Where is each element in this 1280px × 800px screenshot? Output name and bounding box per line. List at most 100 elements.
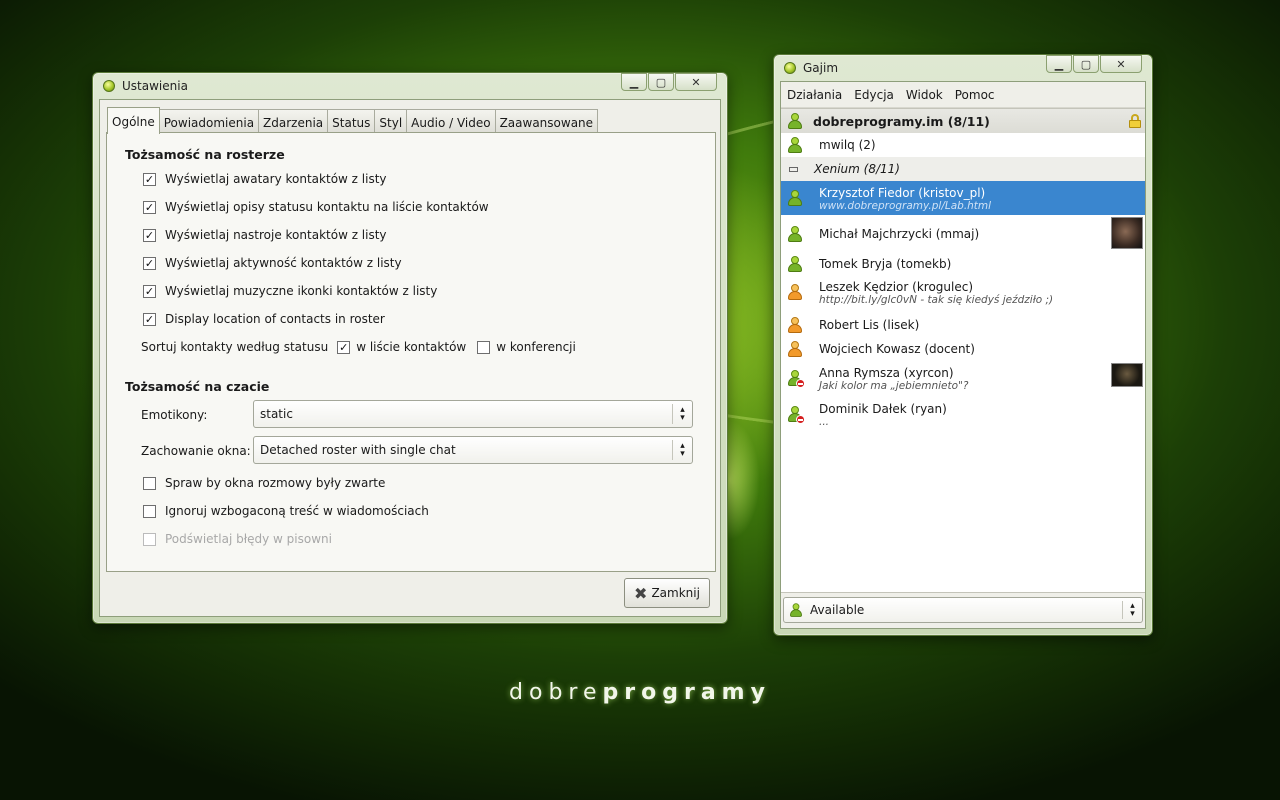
sort-by-status-label: Sortuj kontakty według statusu [141,340,329,354]
close-window-button[interactable]: ✕ [675,73,717,91]
contact-status-message: ... [819,416,830,428]
chat-identity-heading: Tożsamość na czacie [125,379,270,394]
compact-chat-option[interactable]: Spraw by okna rozmowy były zwarte [143,476,385,490]
online-status-icon [787,190,803,207]
menu-actions[interactable]: Działania [787,88,842,102]
show-activity-checkbox[interactable]: ✓ [143,256,156,270]
ignore-rich-content-option[interactable]: Ignoruj wzbogaconą treść w wiadomościach [143,504,429,518]
contact-row[interactable]: Dominik Dałek (ryan) ... [781,399,1145,433]
contact-name: Anna Rymsza (xyrcon) [819,366,954,380]
window-behavior-select[interactable]: Detached roster with single chat ▴ ▾ [253,436,693,464]
ignore-rich-content-checkbox[interactable] [143,504,156,518]
close-button[interactable]: ✖ Zamknij [624,578,710,608]
contact-row[interactable]: Robert Lis (lisek) [781,313,1145,337]
maximize-button[interactable]: ▢ [1073,55,1099,73]
sort-in-conference-checkbox[interactable] [477,340,491,354]
show-location-checkbox[interactable]: ✓ [143,312,156,326]
menu-view[interactable]: Widok [906,88,943,102]
sort-by-status-row: Sortuj kontakty według statusu ✓ w liści… [141,340,576,354]
gajim-menubar: Działania Edycja Widok Pomoc [781,82,1145,108]
maximize-button[interactable]: ▢ [648,73,674,91]
contact-row[interactable]: Michał Majchrzycki (mmaj) [781,215,1145,253]
contact-name: Dominik Dałek (ryan) [819,402,947,416]
status-select-value: Available [810,603,865,617]
show-avatars-checkbox[interactable]: ✓ [143,172,156,186]
account-status-icon [787,112,803,130]
show-tune-icons-checkbox[interactable]: ✓ [143,284,156,298]
away-status-icon [787,340,803,358]
show-status-messages-option[interactable]: ✓ Wyświetlaj opisy statusu kontaktu na l… [143,200,489,214]
show-avatars-label: Wyświetlaj awatary kontaktów z listy [165,172,387,186]
window-behavior-select-value: Detached roster with single chat [260,443,456,457]
tab-notifications[interactable]: Powiadomienia [158,109,260,133]
settings-titlebar[interactable]: Ustawienia ▁ ▢ ✕ [99,73,721,99]
group-row[interactable]: Xenium (8/11) [781,157,1145,181]
menu-edit[interactable]: Edycja [854,88,894,102]
contact-row[interactable]: Anna Rymsza (xyrcon) Jaki kolor ma „jebi… [781,361,1145,399]
logo-part-light: dobre [509,680,603,705]
busy-status-icon [787,370,805,388]
minimize-icon: ▁ [1054,57,1064,71]
menu-help[interactable]: Pomoc [955,88,995,102]
tab-events[interactable]: Zdarzenia [258,109,329,133]
show-moods-checkbox[interactable]: ✓ [143,228,156,242]
status-select[interactable]: Available ▴ ▾ [783,597,1143,623]
sort-in-roster-checkbox[interactable]: ✓ [337,340,351,354]
close-window-button[interactable]: ✕ [1100,55,1142,73]
show-status-messages-checkbox[interactable]: ✓ [143,200,156,214]
group-name: Xenium (8/11) [814,162,900,176]
settings-tabs: Ogólne Powiadomienia Zdarzenia Status St… [107,107,599,134]
roster-identity-heading: Tożsamość na rosterze [125,147,285,162]
minimize-button[interactable]: ▁ [621,73,647,91]
emoticons-select[interactable]: static ▴ ▾ [253,400,693,428]
tab-advanced[interactable]: Zaawansowane [494,109,599,133]
spellcheck-option: Podświetlaj błędy w pisowni [143,532,332,546]
sort-in-conference-label[interactable]: w konferencji [496,340,576,354]
contact-row[interactable]: Leszek Kędzior (krogulec) http://bit.ly/… [781,275,1145,313]
gajim-app-icon [103,80,115,92]
gajim-client-area: Działania Edycja Widok Pomoc dobreprogra… [780,81,1146,629]
settings-client-area: Ogólne Powiadomienia Zdarzenia Status St… [99,99,721,617]
do-not-disturb-badge-icon [796,415,805,424]
online-status-icon [787,136,803,154]
compact-chat-label: Spraw by okna rozmowy były zwarte [165,476,386,490]
updown-arrow-icon: ▴ ▾ [672,404,692,424]
contact-name: Krzysztof Fiedor (kristov_pl) [819,186,986,200]
window-behavior-label: Zachowanie okna: [141,444,251,458]
away-status-icon [787,316,803,334]
do-not-disturb-badge-icon [796,379,805,388]
sort-in-roster-label[interactable]: w liście kontaktów [356,340,466,354]
contact-avatar [1111,363,1143,387]
compact-chat-checkbox[interactable] [143,476,156,490]
contact-name: mwilq (2) [819,138,876,152]
contact-row[interactable]: Wojciech Kowasz (docent) [781,337,1145,361]
contact-status-message: http://bit.ly/glc0vN - tak się kiedyś je… [819,294,1054,306]
ignore-rich-content-label: Ignoruj wzbogaconą treść w wiadomościach [165,504,429,518]
show-moods-option[interactable]: ✓ Wyświetlaj nastroje kontaktów z listy [143,228,387,242]
tab-style[interactable]: Styl [374,109,408,133]
contact-roster: dobreprogramy.im (8/11) mwilq (2) Xenium… [781,108,1145,592]
minimize-icon: ▁ [629,75,639,89]
minimize-button[interactable]: ▁ [1046,55,1072,73]
contact-row[interactable]: mwilq (2) [781,133,1145,157]
show-location-option[interactable]: ✓ Display location of contacts in roster [143,312,385,326]
tab-status[interactable]: Status [327,109,376,133]
tab-audio-video[interactable]: Audio / Video [406,109,496,133]
show-tune-icons-option[interactable]: ✓ Wyświetlaj muzyczne ikonki kontaktów z… [143,284,437,298]
show-moods-label: Wyświetlaj nastroje kontaktów z listy [165,228,387,242]
maximize-icon: ▢ [1080,57,1092,71]
show-tune-icons-label: Wyświetlaj muzyczne ikonki kontaktów z l… [165,284,438,298]
show-avatars-option[interactable]: ✓ Wyświetlaj awatary kontaktów z listy [143,172,387,186]
contact-row[interactable]: Krzysztof Fiedor (kristov_pl) www.dobrep… [781,181,1145,215]
show-status-messages-label: Wyświetlaj opisy statusu kontaktu na liś… [165,200,489,214]
tab-general[interactable]: Ogólne [107,107,160,134]
contact-row[interactable]: Tomek Bryja (tomekb) [781,253,1145,275]
dobreprogramy-logo: dobreprogramy [0,680,1280,705]
collapse-toggle-icon[interactable] [789,166,798,172]
gajim-app-icon [784,62,796,74]
lock-icon [1129,114,1141,128]
show-activity-label: Wyświetlaj aktywność kontaktów z listy [165,256,402,270]
account-row[interactable]: dobreprogramy.im (8/11) [781,109,1145,133]
gajim-titlebar[interactable]: Gajim ▁ ▢ ✕ [780,55,1146,81]
show-activity-option[interactable]: ✓ Wyświetlaj aktywność kontaktów z listy [143,256,402,270]
